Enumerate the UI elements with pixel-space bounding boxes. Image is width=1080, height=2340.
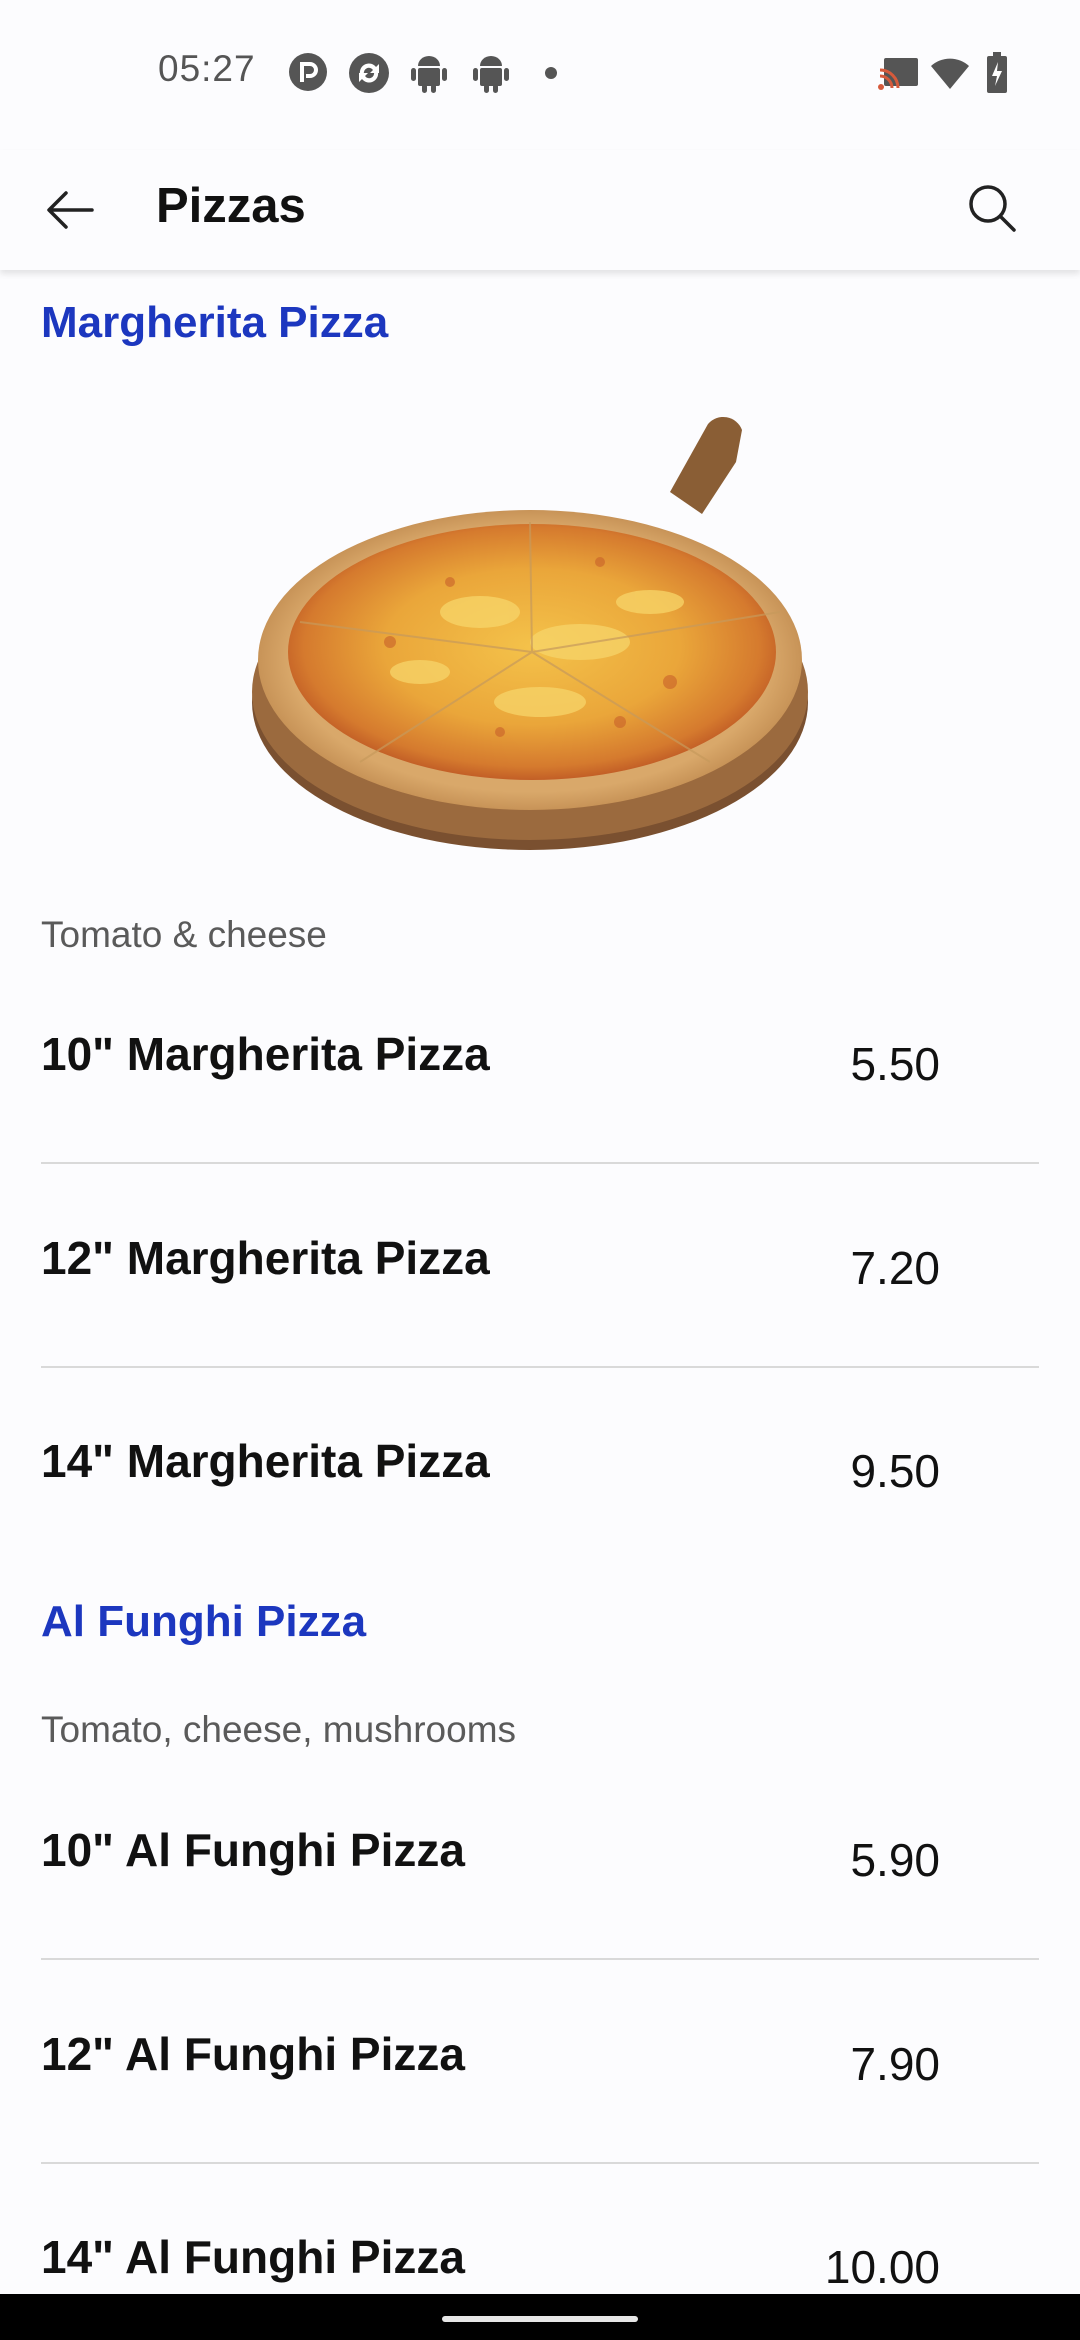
divider [41,1366,1039,1368]
section-title-al-funghi: Al Funghi Pizza [41,1597,367,1646]
menu-item-row[interactable]: 12" Margherita Pizza 7.20 [0,1231,1080,1401]
section-description-margherita: Tomato & cheese [41,914,327,955]
android-icon [472,52,510,99]
pocket-casts-icon [288,52,328,97]
status-time: 05:27 [158,48,256,89]
menu-item-row[interactable]: 14" Al Funghi Pizza 10.00 [0,2230,1080,2292]
back-button[interactable] [40,178,104,242]
menu-item-name: 14" Al Funghi Pizza [41,2231,465,2283]
margherita-pizza-image [240,402,840,872]
section-description-al-funghi: Tomato, cheese, mushrooms [41,1709,517,1750]
system-navigation-bar [0,2294,1080,2340]
android-icon [410,52,448,99]
arrow-left-icon [40,191,104,246]
menu-item-row[interactable]: 14" Margherita Pizza 9.50 [0,1434,1080,1604]
menu-item-name: 14" Margherita Pizza [41,1435,490,1487]
menu-item-price: 10.00 [824,2241,940,2292]
menu-list[interactable]: Margherita Pizza Tomato & cheese 10" Mar… [0,272,1080,2292]
menu-item-price: 5.90 [850,1834,940,1886]
menu-item-price: 5.50 [850,1038,940,1090]
wifi-icon [930,56,970,95]
menu-item-price: 7.90 [850,2038,940,2090]
menu-item-name: 12" Al Funghi Pizza [41,2028,465,2080]
divider [41,1958,1039,1960]
sync-app-icon [348,52,390,99]
battery-charging-icon [986,52,1008,99]
search-icon [960,185,1024,244]
menu-item-name: 10" Margherita Pizza [41,1028,490,1080]
menu-item-name: 12" Margherita Pizza [41,1232,490,1284]
dot-icon [545,66,557,84]
section-title-margherita: Margherita Pizza [41,298,389,347]
home-gesture-handle[interactable] [442,2316,638,2322]
status-bar: 05:27 [0,0,1080,150]
menu-item-row[interactable]: 10" Al Funghi Pizza 5.90 [0,1823,1080,1993]
page-title: Pizzas [156,179,306,233]
menu-item-row[interactable]: 10" Margherita Pizza 5.50 [0,1027,1080,1197]
search-button[interactable] [960,176,1024,240]
menu-item-price: 7.20 [850,1242,940,1294]
divider [41,2162,1039,2164]
cast-icon [878,56,920,95]
divider [41,1162,1039,1164]
menu-item-price: 9.50 [850,1445,940,1497]
app-bar: Pizzas [0,150,1080,270]
menu-item-row[interactable]: 12" Al Funghi Pizza 7.90 [0,2027,1080,2197]
menu-item-name: 10" Al Funghi Pizza [41,1824,465,1876]
